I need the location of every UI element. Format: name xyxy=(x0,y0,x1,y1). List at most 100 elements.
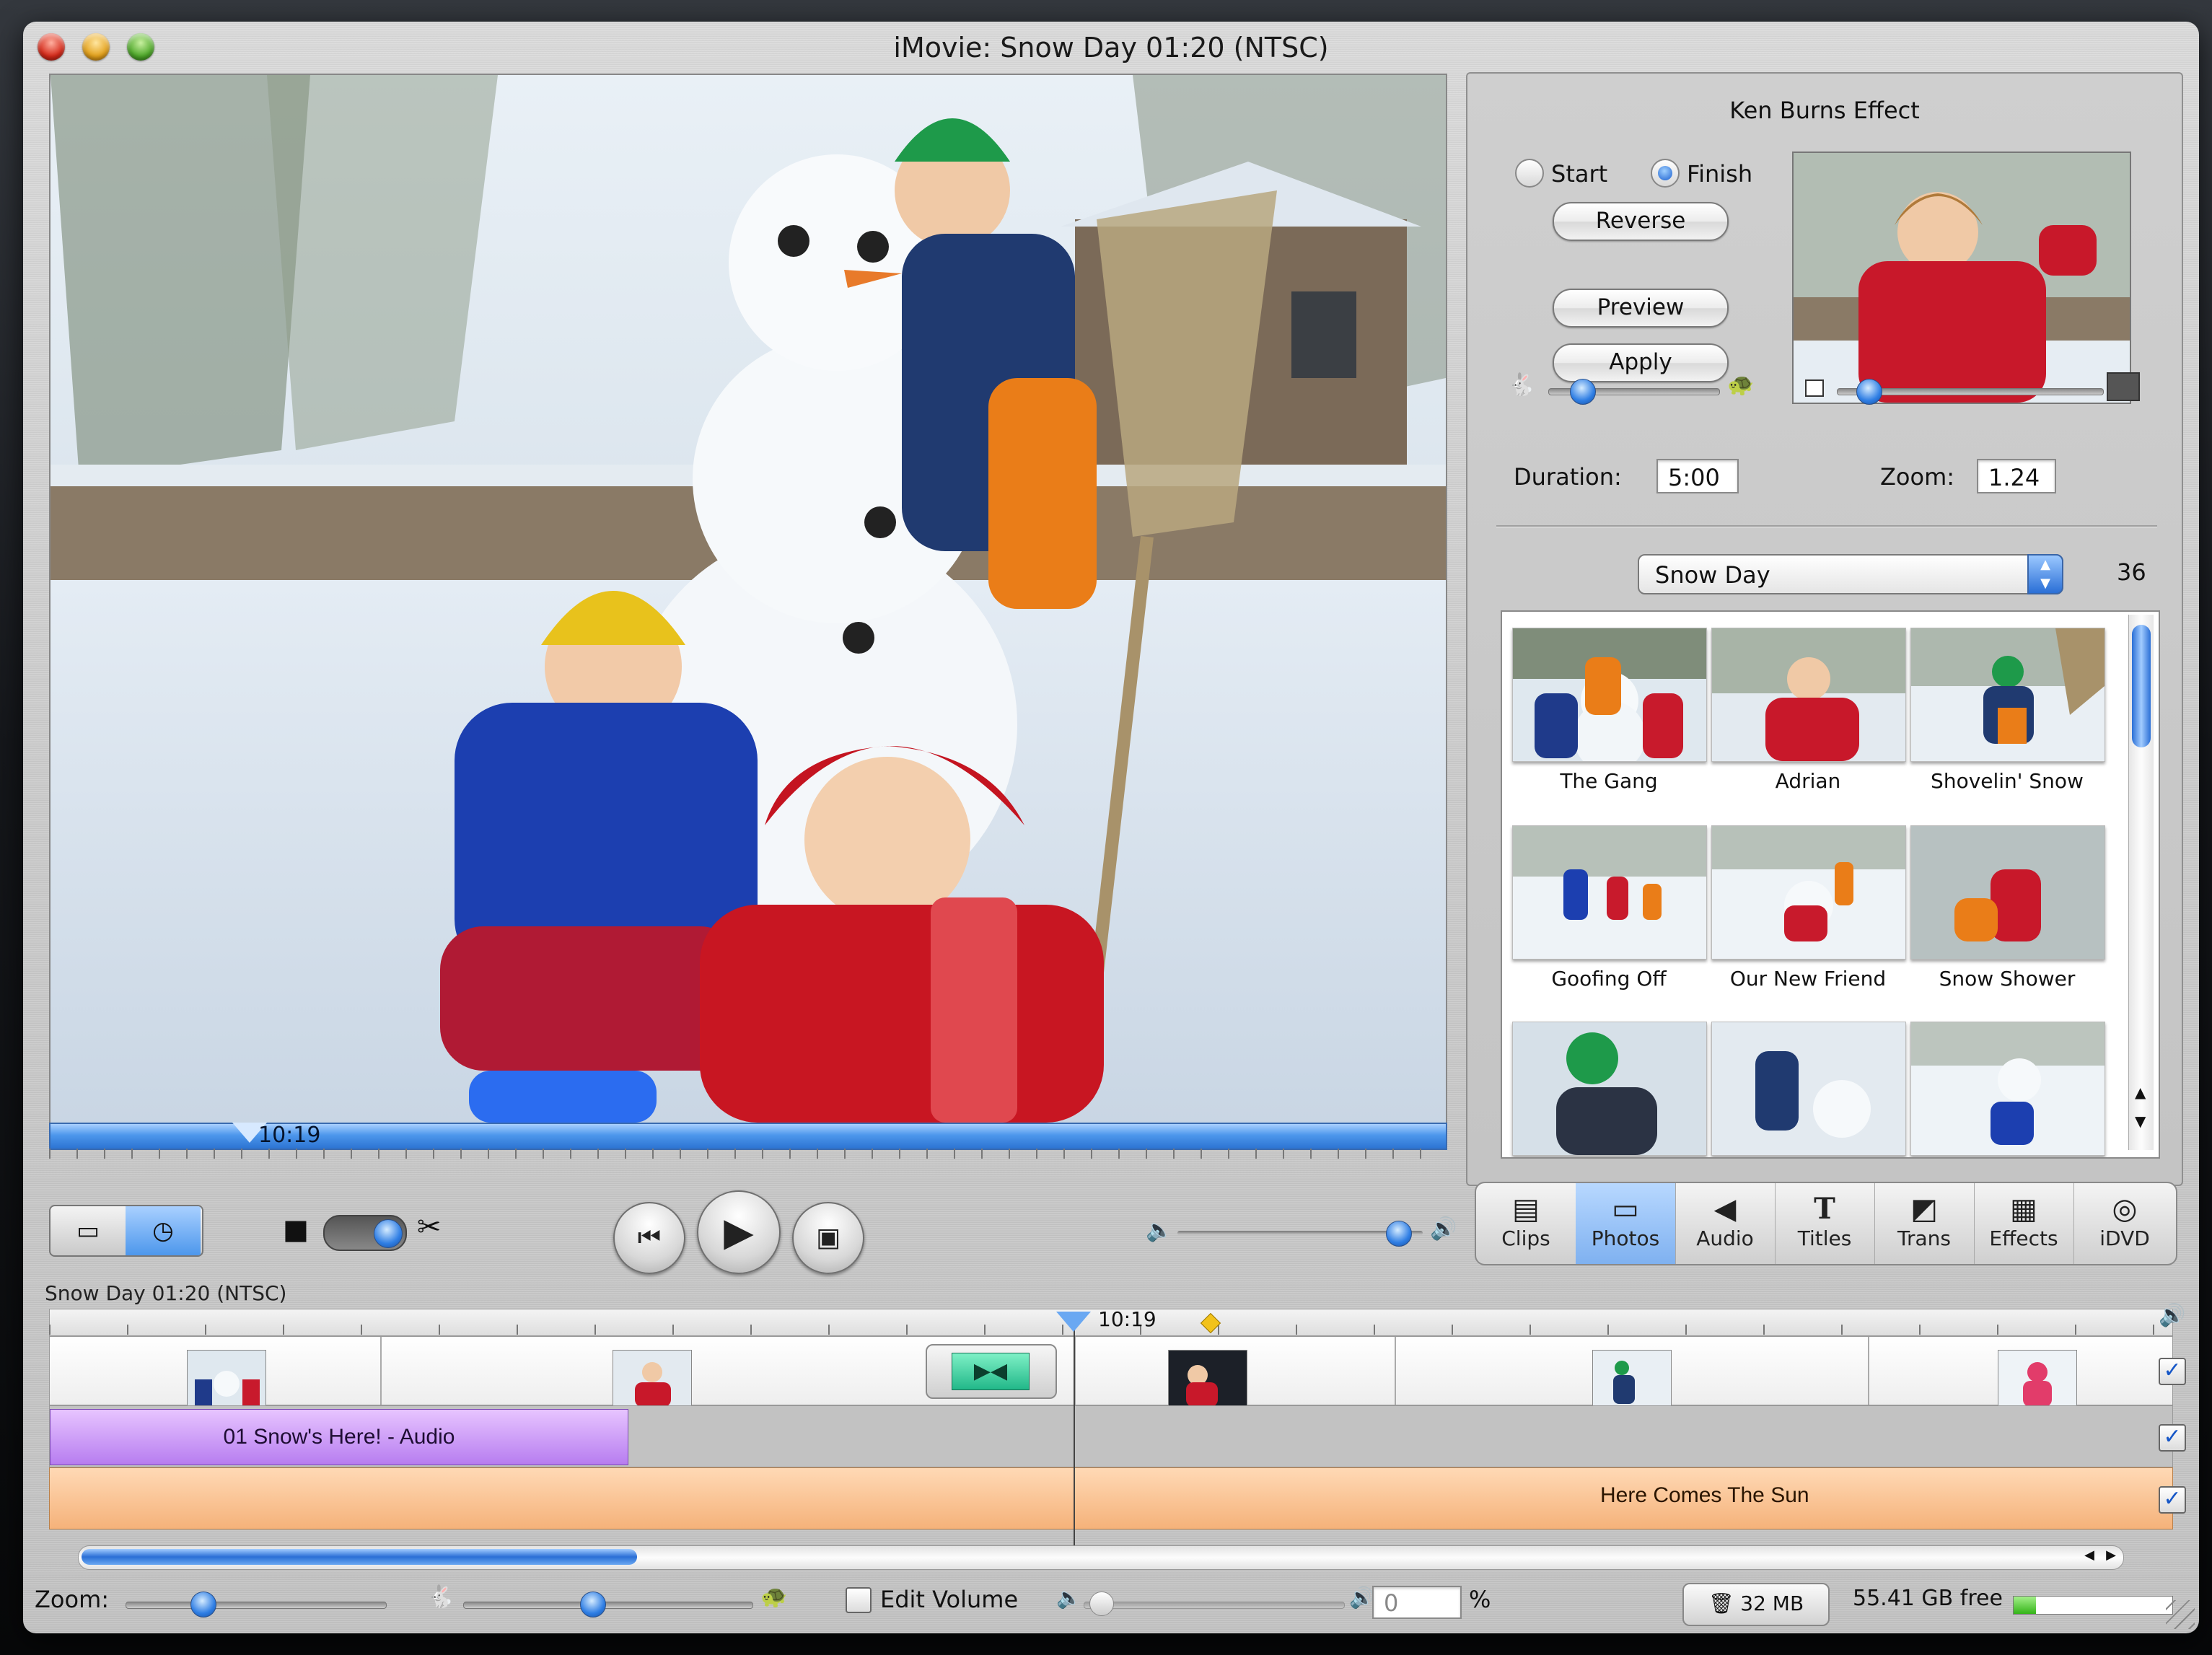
viewer-tick-marks xyxy=(49,1149,1444,1159)
clip-viewer-button[interactable]: ▭ xyxy=(51,1206,126,1255)
duration-field[interactable]: 5:00 xyxy=(1656,459,1739,493)
camera-edit-switch[interactable] xyxy=(323,1215,407,1251)
video-clip[interactable] xyxy=(187,1350,266,1408)
switch-knob[interactable] xyxy=(374,1219,403,1248)
trash-button[interactable]: 🗑 32 MB xyxy=(1682,1583,1830,1626)
scrollbar-thumb[interactable] xyxy=(2132,625,2151,747)
clip-volume-slider-knob[interactable] xyxy=(1089,1592,1114,1616)
scrollbar-thumb[interactable] xyxy=(82,1549,637,1565)
zoom-field[interactable]: 1.24 xyxy=(1977,459,2056,493)
photo-title: Adrian xyxy=(1775,769,1841,793)
start-radio[interactable] xyxy=(1515,159,1544,188)
photo-thumbnail[interactable] xyxy=(1910,1022,2105,1156)
tab-trans[interactable]: ◩ Trans xyxy=(1874,1183,1975,1264)
audio-clip[interactable]: 01 Snow's Here! - Audio xyxy=(50,1409,628,1465)
clip-divider xyxy=(1868,1337,1869,1405)
volume-high-icon: 🔊 xyxy=(1430,1216,1457,1242)
video-clip[interactable] xyxy=(1168,1350,1247,1408)
duration-label: Duration: xyxy=(1514,463,1622,491)
view-mode-toggle[interactable]: ▭ ◷ xyxy=(49,1205,203,1257)
title-bar[interactable]: iMovie: Snow Day 01:20 (NTSC) xyxy=(23,22,2199,72)
audio-track-2[interactable] xyxy=(49,1467,2173,1529)
photo-thumbnail[interactable] xyxy=(1512,825,1707,960)
timeline-playhead[interactable] xyxy=(1056,1312,1091,1332)
zoom-label: Zoom: xyxy=(1880,463,1955,491)
speed-slider-knob[interactable] xyxy=(1570,379,1597,405)
reverse-button[interactable]: Reverse xyxy=(1553,202,1729,241)
window-resize-grip[interactable] xyxy=(2166,1600,2195,1629)
timeline-zoom-slider-track[interactable] xyxy=(126,1602,387,1609)
tab-label: Trans xyxy=(1897,1226,1951,1250)
volume-low-icon: 🔈 xyxy=(1056,1586,1081,1610)
zoom-slider-knob[interactable] xyxy=(1856,379,1883,405)
photo-thumbnail[interactable] xyxy=(1512,1022,1707,1156)
speed-slider-knob[interactable] xyxy=(580,1592,606,1617)
tab-label: Titles xyxy=(1797,1226,1852,1250)
rewind-icon: ⏮ xyxy=(637,1223,662,1252)
audio-track-1-checkbox[interactable]: ✓ xyxy=(2159,1424,2186,1452)
ken-burns-title: Ken Burns Effect xyxy=(1729,97,1920,124)
scroll-down-arrow-icon[interactable]: ▼ xyxy=(2135,1112,2146,1130)
audio-track-2-checkbox[interactable]: ✓ xyxy=(2159,1486,2186,1514)
effects-checker-icon: ▦ xyxy=(2010,1193,2037,1226)
preview-button[interactable]: Preview xyxy=(1553,289,1729,328)
photo-thumbnail[interactable] xyxy=(1910,825,2105,960)
photo-thumbnail[interactable] xyxy=(1711,628,1906,762)
photo-thumbnail[interactable] xyxy=(1512,628,1707,762)
clip-volume-field[interactable]: 0 xyxy=(1372,1586,1462,1619)
timeline-playhead-time: 10:19 xyxy=(1098,1307,1157,1331)
play-fullscreen-button[interactable]: ▣ xyxy=(792,1202,864,1274)
video-clip[interactable] xyxy=(1592,1350,1672,1408)
adrian-photo xyxy=(1794,153,2130,403)
video-track[interactable]: ▶◀ xyxy=(49,1336,2173,1408)
volume-slider-knob[interactable] xyxy=(1386,1221,1412,1247)
title-t-icon: T xyxy=(1814,1192,1835,1226)
album-popup[interactable]: Snow Day ▲ ▼ xyxy=(1638,554,2063,594)
dvd-disc-icon: ◎ xyxy=(2112,1193,2138,1226)
tab-photos[interactable]: ▭ Photos xyxy=(1576,1183,1676,1264)
speaker-icon: ◀ xyxy=(1713,1193,1737,1226)
speed-slider-track[interactable] xyxy=(463,1602,753,1609)
camera-mode-icon: ■ xyxy=(283,1213,309,1245)
slow-rabbit-icon: 🐇 xyxy=(427,1584,455,1610)
scroll-right-arrow-icon[interactable]: ▶ xyxy=(2106,1548,2116,1563)
video-clip[interactable] xyxy=(1998,1350,2077,1408)
video-clip[interactable] xyxy=(613,1350,692,1408)
video-track-checkbox[interactable]: ✓ xyxy=(2159,1358,2186,1385)
tab-effects[interactable]: ▦ Effects xyxy=(1974,1183,2074,1264)
transition-icon: ◩ xyxy=(1910,1193,1938,1226)
timeline-horizontal-scrollbar[interactable]: ◀ ▶ xyxy=(78,1545,2124,1570)
cross-dissolve-icon: ▶◀ xyxy=(952,1353,1030,1390)
audio-track-1[interactable]: 01 Snow's Here! - Audio xyxy=(49,1405,2173,1467)
photo-browser-scrollbar[interactable]: ▲ ▼ xyxy=(2128,615,2154,1150)
rewind-button[interactable]: ⏮ xyxy=(613,1202,685,1274)
tab-titles[interactable]: T Titles xyxy=(1775,1183,1875,1264)
photo-thumbnail[interactable] xyxy=(1910,628,2105,762)
photo-thumbnail[interactable] xyxy=(1711,825,1906,960)
transition-clip[interactable]: ▶◀ xyxy=(926,1344,1057,1399)
play-icon: ▶ xyxy=(724,1209,754,1255)
filmstrip-icon: ▤ xyxy=(1512,1193,1540,1226)
play-button[interactable]: ▶ xyxy=(697,1190,781,1274)
apply-button[interactable]: Apply xyxy=(1553,343,1729,382)
photos-pane: Ken Burns Effect Start Finish Reverse Pr… xyxy=(1466,72,2183,1186)
viewer-time-label: 10:19 xyxy=(258,1123,321,1148)
tab-clips[interactable]: ▤ Clips xyxy=(1476,1183,1576,1264)
timeline-zoom-slider-knob[interactable] xyxy=(190,1592,216,1617)
scroll-left-arrow-icon[interactable]: ◀ xyxy=(2084,1548,2094,1563)
clip-volume-slider-track[interactable] xyxy=(1084,1602,1345,1609)
edit-volume-checkbox[interactable] xyxy=(846,1587,872,1613)
photo-thumbnail[interactable] xyxy=(1711,1022,1906,1156)
slow-rabbit-icon: 🐇 xyxy=(1508,372,1535,398)
tab-label: Photos xyxy=(1591,1226,1660,1250)
timeline-viewer-button[interactable]: ◷ xyxy=(126,1206,201,1255)
photo-title: Snow Shower xyxy=(1939,967,2076,991)
tab-idvd[interactable]: ◎ iDVD xyxy=(2073,1183,2176,1264)
photo-title: Shovelin' Snow xyxy=(1931,769,2084,793)
album-popup-value: Snow Day xyxy=(1655,561,1770,589)
checkmark-icon: ✓ xyxy=(2163,1424,2182,1449)
timeline-project-label: Snow Day 01:20 (NTSC) xyxy=(45,1281,287,1305)
tab-audio[interactable]: ◀ Audio xyxy=(1675,1183,1776,1264)
scroll-up-arrow-icon[interactable]: ▲ xyxy=(2135,1084,2146,1101)
finish-radio[interactable] xyxy=(1651,159,1680,188)
